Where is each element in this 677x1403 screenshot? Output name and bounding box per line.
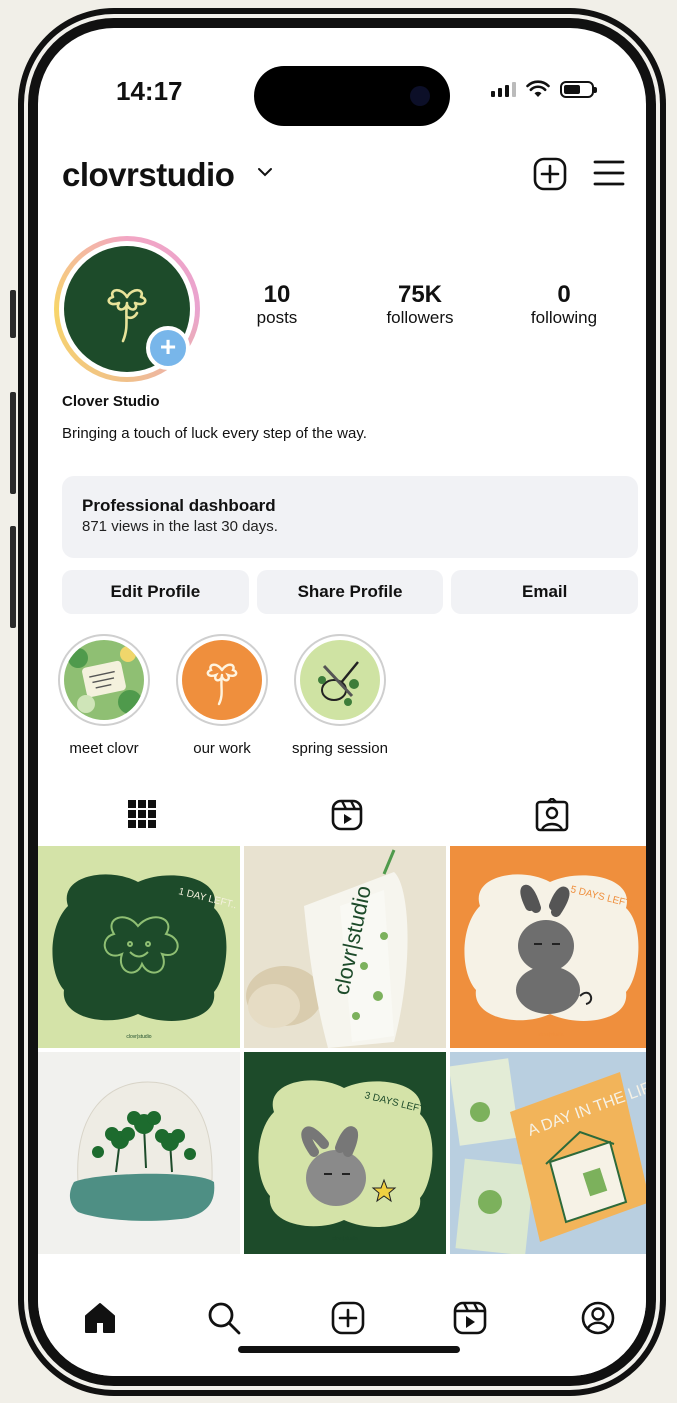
dashboard-subtitle: 871 views in the last 30 days. xyxy=(82,518,278,535)
profile-icon[interactable] xyxy=(580,1300,616,1336)
bottom-nav xyxy=(38,1260,646,1376)
side-button-volume-down xyxy=(10,526,16,628)
reels-icon[interactable] xyxy=(330,798,364,832)
profile-actions: Edit Profile Share Profile Email xyxy=(62,570,639,614)
battery-icon xyxy=(560,80,597,98)
highlight-spring-session-image xyxy=(300,640,380,720)
username[interactable]: clovrstudio xyxy=(62,156,235,194)
edit-profile-button[interactable]: Edit Profile xyxy=(62,570,249,614)
tagged-icon[interactable] xyxy=(534,798,570,834)
side-button-action xyxy=(10,290,16,338)
stat-posts[interactable]: 10 posts xyxy=(228,282,326,328)
new-post-icon[interactable] xyxy=(532,156,568,192)
add-story-button[interactable]: + xyxy=(146,326,190,370)
search-icon[interactable] xyxy=(206,1300,242,1336)
side-button-volume-up xyxy=(10,392,16,494)
post-tile[interactable]: clovr|studio xyxy=(244,846,446,1048)
grid-icon[interactable] xyxy=(126,798,158,830)
highlight-meet-clovr[interactable]: meet clovr xyxy=(44,634,164,757)
home-icon[interactable] xyxy=(82,1300,118,1336)
post-brand: clovr|studio xyxy=(126,1034,151,1040)
highlight-label: spring session xyxy=(292,740,388,757)
content-tabs xyxy=(38,798,646,846)
menu-icon[interactable] xyxy=(592,158,626,188)
reels-icon[interactable] xyxy=(452,1300,488,1336)
post-tile[interactable]: 5 DAYS LEFT.. clovr|studio xyxy=(450,846,646,1048)
home-indicator[interactable] xyxy=(238,1346,460,1353)
post-tile[interactable]: 1 DAY LEFT.. clovr|studio xyxy=(38,846,240,1048)
posts-grid: 1 DAY LEFT.. clovr|studio clovr|studio 5… xyxy=(38,846,646,1258)
chevron-down-icon[interactable] xyxy=(256,166,274,178)
highlight-our-work[interactable]: our work xyxy=(162,634,282,757)
stat-posts-value: 10 xyxy=(263,281,291,308)
post-brand: clovr|studio xyxy=(332,1236,357,1242)
stat-following-label: following xyxy=(530,308,598,327)
stat-posts-label: posts xyxy=(256,308,298,327)
status-bar: 14:17 xyxy=(38,28,646,128)
post-tile[interactable]: A DAY IN THE LIFE AT xyxy=(450,1052,646,1254)
stat-following-value: 0 xyxy=(557,281,571,308)
profile-name: Clover Studio xyxy=(62,393,160,410)
signal-icon xyxy=(491,81,516,97)
email-button[interactable]: Email xyxy=(451,570,639,614)
wifi-icon xyxy=(526,80,550,97)
highlight-meet-clovr-image xyxy=(64,640,144,720)
status-icons xyxy=(491,80,597,98)
profile-bio: Bringing a touch of luck every step of t… xyxy=(62,425,367,442)
highlight-our-work-image xyxy=(182,640,262,720)
dashboard-title: Professional dashboard xyxy=(82,496,276,515)
profile-header: clovrstudio xyxy=(62,152,626,202)
status-time: 14:17 xyxy=(116,76,183,106)
stat-followers-value: 75K xyxy=(397,281,443,308)
highlight-label: meet clovr xyxy=(69,740,139,757)
stat-following[interactable]: 0 following xyxy=(514,282,614,328)
highlight-spring-session[interactable]: spring session xyxy=(280,634,400,757)
post-tile[interactable] xyxy=(38,1052,240,1254)
post-brand: clovr|studio xyxy=(538,1032,563,1038)
share-profile-button[interactable]: Share Profile xyxy=(256,570,444,614)
stat-followers-label: followers xyxy=(386,308,454,327)
post-tile[interactable]: 3 DAYS LEFT.. clovr|studio xyxy=(244,1052,446,1254)
professional-dashboard[interactable]: Professional dashboard 871 views in the … xyxy=(62,476,638,558)
screen: 14:17 clovrstudio + 10 posts 75K followe… xyxy=(38,28,646,1376)
phone-frame: 14:17 clovrstudio + 10 posts 75K followe… xyxy=(18,8,666,1396)
create-icon[interactable] xyxy=(330,1300,366,1336)
stat-followers[interactable]: 75K followers xyxy=(360,282,480,328)
dynamic-island xyxy=(254,66,450,126)
highlight-label: our work xyxy=(193,740,251,757)
